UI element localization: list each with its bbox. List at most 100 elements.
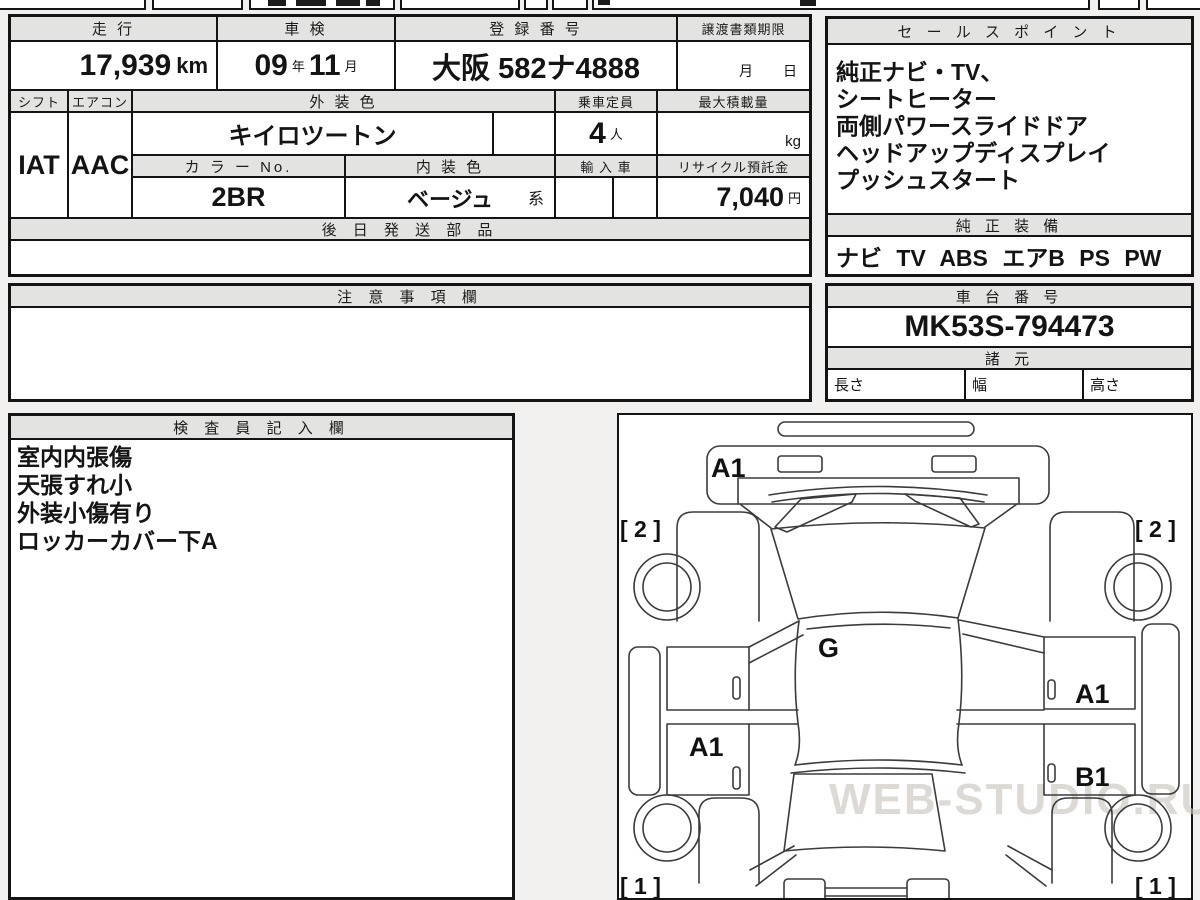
chassis-header: 車 台 番 号 <box>827 285 1192 307</box>
inspector-notes-box: 検 査 員 記 入 欄 室内内張傷 天張すれ小 外装小傷有り ロッカーカバー下A <box>8 413 515 900</box>
inspection-year-suffix: 年 <box>291 59 305 74</box>
max-load-unit: kg <box>785 133 801 150</box>
inspection-month: 11 <box>308 48 341 82</box>
damage-mark-front-left: [ 2 ] <box>620 516 661 542</box>
max-load-header: 最大積載量 <box>657 90 810 112</box>
exterior-color-text: キイロツートン <box>228 123 397 150</box>
transfer-docs-header: 譲渡書類期限 <box>677 16 810 41</box>
registration-value: 大阪 582ナ4888 <box>395 41 677 90</box>
exterior-color-extra <box>493 112 555 155</box>
recycle-deposit-header: リサイクル預託金 <box>657 155 810 177</box>
inspector-note-line: ロッカーカバー下A <box>17 528 218 554</box>
import-car-header: 輸 入 車 <box>555 155 657 177</box>
mileage-header: 走 行 <box>10 16 217 41</box>
exterior-color-header: 外 装 色 <box>132 90 555 112</box>
shift-header: シフト <box>10 90 68 112</box>
aircon-header: エアコン <box>68 90 132 112</box>
color-no-header: カ ラ ー No. <box>132 155 345 177</box>
recycle-deposit-unit: 円 <box>787 191 801 206</box>
left-front-door <box>666 646 750 711</box>
interior-color-suffix: 系 <box>527 191 544 208</box>
capacity-value: 4 人 <box>555 112 657 155</box>
windshield <box>770 521 986 620</box>
capacity-unit: 人 <box>609 127 623 142</box>
door-handle <box>732 676 741 700</box>
damage-mark-left-rear-door: A1 <box>689 732 724 762</box>
damage-mark-front-right: [ 2 ] <box>1135 516 1176 542</box>
transfer-docs-value: 月 日 <box>677 41 810 90</box>
sales-point-line: 両側パワースライドドア <box>836 113 1088 139</box>
color-no-code: 2BR <box>211 182 266 212</box>
damage-mark-front-bumper: A1 <box>711 453 746 483</box>
interior-color-text: ベージュ <box>406 186 494 212</box>
notes-body <box>10 307 810 400</box>
front-roof-strip <box>777 421 975 437</box>
left-sill <box>628 646 661 796</box>
specs-header: 諸 元 <box>827 347 1192 369</box>
transfer-month-suffix: 月 <box>739 63 753 79</box>
exterior-color-value: キイロツートン <box>132 112 493 155</box>
spec-length: 長さ <box>827 369 965 400</box>
rear-right-wheel <box>1104 794 1172 862</box>
sales-points-body: 純正ナビ・TV、 シートヒーター 両側パワースライドドア ヘッドアップディスプレ… <box>827 44 1192 214</box>
rear-left-wheel <box>633 794 701 862</box>
spec-width: 幅 <box>965 369 1083 400</box>
sales-point-line: 純正ナビ・TV、 <box>836 59 1004 85</box>
door-handle <box>1047 763 1056 783</box>
front-left-wheel <box>633 553 701 621</box>
inspector-note-line: 室内内張傷 <box>17 444 132 470</box>
right-sill <box>1141 623 1180 795</box>
transfer-day-suffix: 日 <box>783 63 797 79</box>
capacity-header: 乗車定員 <box>555 90 657 112</box>
import-car-value-left <box>555 177 613 218</box>
registration-header: 登 録 番 号 <box>395 16 677 41</box>
front-right-wheel <box>1104 553 1172 621</box>
damage-mark-right-rear-door: B1 <box>1075 762 1110 792</box>
notes-box: 注 意 事 項 欄 <box>8 283 812 402</box>
inspection-year: 09 <box>254 48 288 82</box>
sales-points-box: セ ー ル ス ポ イ ン ト 純正ナビ・TV、 シートヒーター 両側パワースラ… <box>825 16 1194 277</box>
recycle-deposit-value: 7,040 円 <box>657 177 810 218</box>
auction-sheet: 走 行 車 検 登 録 番 号 譲渡書類期限 17,939 km 09 年 11… <box>0 0 1200 900</box>
door-handle <box>732 766 741 790</box>
damage-diagram-box: WEB-STUDIO.RU A1 [2] [2] G A1 A1 B1 … <box>617 413 1200 900</box>
shift-value: IAT <box>10 112 68 218</box>
chassis-value: MK53S-794473 <box>827 307 1192 347</box>
shift-code: IAT <box>18 149 60 180</box>
color-no-value: 2BR <box>132 177 345 218</box>
sales-points-header: セ ー ル ス ポ イ ン ト <box>827 18 1192 44</box>
equipment-header: 純 正 装 備 <box>827 214 1192 236</box>
door-handle <box>1047 679 1056 700</box>
capacity-number: 4 <box>589 116 606 150</box>
rear-right-quarter <box>1051 797 1113 884</box>
equipment-value: ナビ TV ABS エアB PS PW <box>827 236 1192 275</box>
damage-mark-rear-right: [ 1 ] <box>1135 873 1176 898</box>
rear-glass <box>783 773 946 852</box>
mileage-number: 17,939 <box>79 48 172 82</box>
max-load-value: kg <box>657 112 810 155</box>
inspection-value: 09 年 11 月 <box>217 41 395 90</box>
sales-point-line: ヘッドアップディスプレイ <box>836 140 1111 166</box>
inspector-notes-header: 検 査 員 記 入 欄 <box>10 415 513 439</box>
notes-header: 注 意 事 項 欄 <box>10 285 810 307</box>
spec-height: 高さ <box>1083 369 1192 400</box>
car-diagram: A1 [ 2 ] [ 2 ] G A1 A1 B1 [ 1 ] [ 1 ] <box>620 421 1180 898</box>
vehicle-data-table: 走 行 車 検 登 録 番 号 譲渡書類期限 17,939 km 09 年 11… <box>8 14 812 277</box>
mileage-value: 17,939 km <box>10 41 217 90</box>
aircon-code: AAC <box>70 149 130 180</box>
front-left-fender <box>676 511 760 622</box>
inspector-note-line: 天張すれ小 <box>17 472 132 498</box>
recycle-deposit-number: 7,040 <box>716 182 784 212</box>
interior-color-header: 内 装 色 <box>345 155 555 177</box>
inspector-note-line: 外装小傷有り <box>17 500 155 526</box>
chassis-number: MK53S-794473 <box>904 310 1115 343</box>
interior-color-value: ベージュ 系 <box>345 177 555 218</box>
mileage-unit: km <box>176 52 208 78</box>
inspection-month-suffix: 月 <box>344 59 358 74</box>
sales-point-line: シートヒーター <box>836 86 997 112</box>
damage-mark-rear-left: [ 1 ] <box>620 873 661 898</box>
chassis-box: 車 台 番 号 MK53S-794473 諸 元 長さ 幅 高さ <box>825 283 1194 402</box>
damage-mark-right-front-door: A1 <box>1075 679 1110 709</box>
front-bumper <box>706 445 1050 505</box>
aircon-value: AAC <box>68 112 132 218</box>
